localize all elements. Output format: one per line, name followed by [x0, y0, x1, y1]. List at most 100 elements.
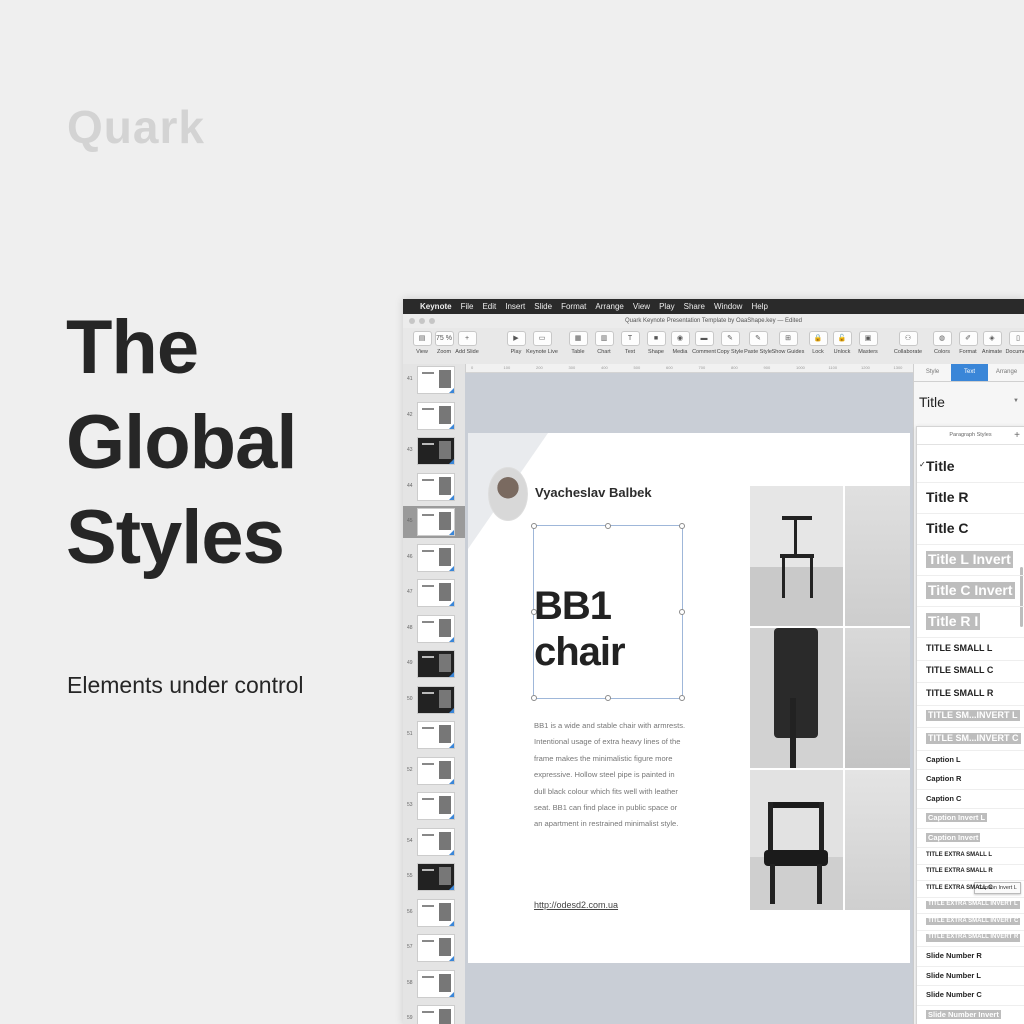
- slide-thumbnail[interactable]: [417, 472, 455, 501]
- slide-thumbnail-row[interactable]: 50: [403, 684, 465, 716]
- resize-handle[interactable]: [605, 695, 611, 701]
- tab-arrange[interactable]: Arrange: [988, 364, 1024, 381]
- paragraph-style-title-small-r[interactable]: TITLE SMALL R: [926, 688, 993, 699]
- wall-photo-1[interactable]: [845, 486, 910, 626]
- slide-thumbnail-row[interactable]: 44: [403, 471, 465, 503]
- slide-thumbnail[interactable]: [417, 898, 455, 927]
- paragraph-style-title-small-l[interactable]: TITLE SMALL L: [926, 643, 992, 654]
- paste-style-button[interactable]: ✎ Paste Style: [743, 331, 773, 355]
- slide-thumbnail-row[interactable]: 54: [403, 826, 465, 858]
- slide-thumbnail[interactable]: [417, 401, 455, 430]
- paragraph-style-selector[interactable]: Title: [919, 394, 945, 410]
- paragraph-style-title[interactable]: Title: [926, 458, 955, 476]
- slide-thumbnail-row[interactable]: 48: [403, 613, 465, 645]
- menu-app-name[interactable]: Keynote: [420, 302, 452, 311]
- paragraph-style-caption-l[interactable]: Caption L: [926, 755, 961, 764]
- slide-thumbnail[interactable]: [417, 721, 455, 749]
- copy-style-button[interactable]: ✎ Copy Style: [715, 331, 745, 355]
- paragraph-style-title-sm-invert-l[interactable]: TITLE SM...INVERT L: [926, 710, 1020, 722]
- paragraph-style-title-extra-small-l[interactable]: TITLE EXTRA SMALL L: [926, 852, 992, 860]
- resize-handle[interactable]: [679, 609, 685, 615]
- slide-thumbnail[interactable]: [417, 508, 455, 536]
- slide-thumbnail[interactable]: [417, 614, 455, 643]
- chair-photo-3[interactable]: [750, 770, 843, 910]
- menu-help[interactable]: Help: [751, 302, 767, 311]
- slide-thumbnail-row[interactable]: 45: [403, 506, 465, 538]
- author-name[interactable]: Vyacheslav Balbek: [535, 485, 652, 500]
- slide-thumbnail-row[interactable]: 55: [403, 861, 465, 893]
- paragraph-style-title-sm-invert-c[interactable]: TITLE SM...INVERT C: [926, 732, 1021, 744]
- menu-edit[interactable]: Edit: [482, 302, 496, 311]
- slide-thumbnail[interactable]: [417, 934, 455, 962]
- slide-thumbnail[interactable]: [417, 579, 455, 607]
- paragraph-style-title-small-c[interactable]: TITLE SMALL C: [926, 665, 993, 676]
- wall-photo-2[interactable]: [845, 628, 910, 768]
- slide-thumbnail-row[interactable]: 47: [403, 577, 465, 609]
- paragraph-style-title-r[interactable]: Title R: [926, 489, 969, 507]
- menu-arrange[interactable]: Arrange: [595, 302, 623, 311]
- slide-thumbnail-row[interactable]: 41: [403, 364, 465, 396]
- slide-thumbnail[interactable]: [417, 685, 455, 714]
- add-slide-button[interactable]: + Add Slide: [452, 331, 482, 355]
- menu-play[interactable]: Play: [659, 302, 675, 311]
- slide-thumbnail-row[interactable]: 58: [403, 968, 465, 1000]
- document-button[interactable]: ▯ Document: [1003, 331, 1024, 355]
- slide-thumbnail-row[interactable]: 53: [403, 790, 465, 822]
- slide-thumbnail[interactable]: [417, 543, 455, 572]
- slide-thumbnail-row[interactable]: 57: [403, 932, 465, 964]
- paragraph-style-title-extra-small-invert-l[interactable]: TITLE EXTRA SMALL INVERT L: [926, 901, 1020, 909]
- collaborate-button[interactable]: ⚇ Collaborate: [893, 331, 923, 355]
- paragraph-style-title-c-invert[interactable]: Title C Invert: [926, 581, 1015, 600]
- paragraph-style-title-extra-small-r[interactable]: TITLE EXTRA SMALL R: [926, 868, 993, 876]
- slide-thumbnail[interactable]: [417, 792, 455, 820]
- resize-handle[interactable]: [679, 695, 685, 701]
- slide-thumbnail-row[interactable]: 52: [403, 755, 465, 787]
- resize-handle[interactable]: [531, 695, 537, 701]
- slide-link[interactable]: http://odesd2.com.ua: [534, 900, 618, 910]
- wall-photo-3[interactable]: [845, 770, 910, 910]
- paragraph-style-caption-c[interactable]: Caption C: [926, 794, 961, 803]
- paragraph-style-caption-r[interactable]: Caption R: [926, 774, 961, 783]
- slide-thumbnail-row[interactable]: 49: [403, 648, 465, 680]
- slide-thumbnail-row[interactable]: 56: [403, 897, 465, 929]
- slide-thumbnail-row[interactable]: 42: [403, 400, 465, 432]
- resize-handle[interactable]: [531, 523, 537, 529]
- menu-view[interactable]: View: [633, 302, 650, 311]
- show-guides-button[interactable]: ⊞ Show Guides: [772, 331, 804, 355]
- paragraph-style-title-c[interactable]: Title C: [926, 520, 969, 538]
- paragraph-style-slide-number-invert[interactable]: Slide Number Invert: [926, 1009, 1001, 1019]
- paragraph-style-slide-number-l[interactable]: Slide Number L: [926, 971, 981, 980]
- author-avatar[interactable]: [488, 467, 528, 521]
- slide-thumbnail[interactable]: [417, 969, 455, 998]
- slide[interactable]: Vyacheslav Balbek BB1 chair BB1 is a wid…: [468, 433, 910, 963]
- menu-file[interactable]: File: [461, 302, 474, 311]
- paragraph-style-title-r-i[interactable]: Title R I: [926, 612, 981, 631]
- menu-insert[interactable]: Insert: [505, 302, 525, 311]
- paragraph-style-title-l-invert[interactable]: Title L Invert: [926, 550, 1013, 569]
- slide-thumbnail[interactable]: [417, 1005, 455, 1024]
- masters-button[interactable]: ▣ Masters: [853, 331, 883, 355]
- paragraph-style-slide-number-r[interactable]: Slide Number R: [926, 951, 982, 960]
- paragraph-style-caption-invert-l[interactable]: Caption Invert L: [926, 813, 988, 823]
- chevron-down-icon[interactable]: ▼: [1013, 398, 1019, 404]
- slide-thumbnail-row[interactable]: 46: [403, 542, 465, 574]
- chair-photo-1[interactable]: [750, 486, 843, 626]
- keynote-live-button[interactable]: ▭ Keynote Live: [526, 331, 558, 355]
- slide-thumbnail[interactable]: [417, 827, 455, 856]
- add-style-icon[interactable]: +: [1014, 427, 1020, 444]
- paragraph-style-title-extra-small-invert-c[interactable]: TITLE EXTRA SMALL INVERT C: [926, 917, 1021, 925]
- resize-handle[interactable]: [605, 523, 611, 529]
- slide-thumbnail[interactable]: [417, 756, 455, 785]
- tab-style[interactable]: Style: [914, 364, 951, 381]
- slide-thumbnail[interactable]: [417, 650, 455, 678]
- menu-format[interactable]: Format: [561, 302, 586, 311]
- menu-slide[interactable]: Slide: [534, 302, 552, 311]
- paragraph-style-title-extra-small-c[interactable]: TITLE EXTRA SMALL C: [926, 885, 993, 893]
- slide-thumbnail-row[interactable]: 51: [403, 719, 465, 751]
- slide-thumbnail[interactable]: [417, 863, 455, 891]
- styles-scrollbar[interactable]: [1020, 567, 1023, 627]
- tab-text[interactable]: Text: [951, 364, 988, 381]
- slide-thumbnail-row[interactable]: 59: [403, 1003, 465, 1024]
- slide-body-text[interactable]: BB1 is a wide and stable chair with armr…: [534, 718, 686, 833]
- slide-thumbnail[interactable]: [417, 366, 455, 394]
